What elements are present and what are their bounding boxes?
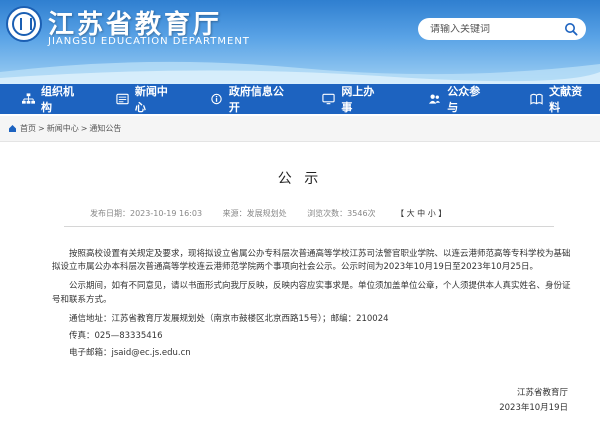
paragraph-2: 公示期间，如有不同意见，请以书面形式向我厅反映，反映内容应实事求是。单位须加盖单…	[52, 281, 571, 305]
monitor-icon	[322, 93, 335, 105]
font-size-switcher[interactable]: 【 大 中 小 】	[396, 208, 446, 219]
header-wave-decoration	[0, 61, 600, 84]
article-meta: 发布日期：2023-10-19 16:03 来源：发展规划处 浏览次数：3546…	[90, 208, 464, 219]
signature: 江苏省教育厅 2023年10月19日	[499, 386, 568, 417]
nav-item-docs[interactable]: 文献资料	[520, 84, 600, 114]
nav-item-public[interactable]: 公众参与	[418, 84, 498, 114]
search-input[interactable]	[430, 23, 564, 35]
article-source: 来源：发展规划处	[222, 209, 287, 218]
nav-item-online[interactable]: 网上办事	[312, 84, 392, 114]
search-icon[interactable]	[564, 22, 578, 36]
nav-label: 公众参与	[447, 85, 481, 114]
news-icon	[116, 93, 129, 105]
nav-label: 文献资料	[549, 85, 583, 114]
breadcrumb-separator: >	[38, 124, 45, 133]
nav-item-news[interactable]: 新闻中心	[106, 84, 186, 114]
breadcrumb: 首页 > 新闻中心 > 通知公告	[0, 116, 600, 142]
view-count: 浏览次数：3546次	[307, 209, 376, 218]
main-nav: 组织机构 新闻中心 政府信息公开 网上办事 公众参与 文献资料	[0, 84, 600, 114]
paragraph-1: 按照高校设置有关规定及要求，现将拟设立省属公办专科层次普通高等学校江苏司法警官职…	[52, 249, 571, 273]
site-subtitle: JIANGSU EDUCATION DEPARTMENT	[48, 36, 250, 47]
article-title: 公 示	[277, 171, 323, 187]
book-icon	[530, 93, 543, 105]
contact-email: 电子邮箱：jsaid@ec.js.edu.cn	[69, 348, 191, 359]
breadcrumb-home[interactable]: 首页	[20, 123, 36, 134]
nav-label: 组织机构	[41, 85, 75, 114]
nav-item-info[interactable]: 政府信息公开	[200, 84, 301, 114]
site-header: 江苏省教育厅 JIANGSU EDUCATION DEPARTMENT	[0, 0, 600, 84]
people-icon	[429, 94, 441, 104]
breadcrumb-news[interactable]: 新闻中心	[47, 123, 79, 134]
breadcrumb-separator: >	[80, 124, 88, 133]
site-logo[interactable]	[6, 6, 42, 42]
contact-fax: 传真：025—83335416	[69, 330, 163, 341]
article-body: 按照高校设置有关规定及要求，现将拟设立省属公办专科层次普通高等学校江苏司法警官职…	[52, 248, 572, 366]
contact-address: 通信地址：江苏省教育厅发展规划处（南京市鼓楼区北京西路15号）；邮编：21002…	[69, 313, 389, 324]
nav-label: 网上办事	[341, 85, 375, 114]
divider	[64, 226, 554, 227]
nav-label: 政府信息公开	[228, 85, 284, 114]
nav-item-org[interactable]: 组织机构	[12, 84, 92, 114]
search-box	[418, 18, 586, 40]
signer: 江苏省教育厅	[516, 388, 568, 398]
nav-label: 新闻中心	[134, 85, 168, 114]
publish-time: 发布日期：2023-10-19 16:03	[90, 209, 203, 218]
home-icon	[9, 125, 16, 132]
info-icon	[211, 93, 222, 105]
breadcrumb-notice[interactable]: 通知公告	[89, 123, 121, 134]
org-icon	[22, 93, 36, 104]
sign-date: 2023年10月19日	[499, 403, 568, 414]
